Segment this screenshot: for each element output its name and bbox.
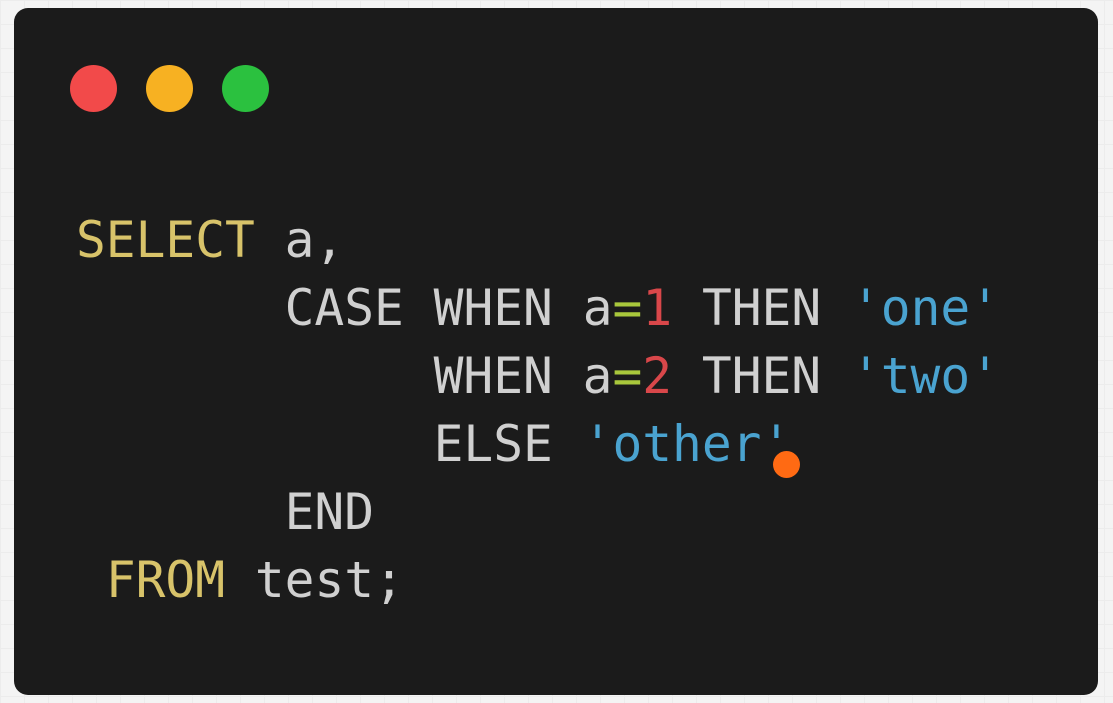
minimize-button[interactable]	[146, 65, 193, 112]
cursor-dot-icon	[773, 451, 800, 478]
code-token: 'one'	[850, 279, 1000, 337]
code-line: FROM test;	[76, 546, 1000, 614]
code-window: SELECT a, CASE WHEN a=1 THEN 'one' WHEN …	[14, 8, 1098, 695]
code-editor[interactable]: SELECT a, CASE WHEN a=1 THEN 'one' WHEN …	[76, 206, 1000, 614]
code-token: =	[612, 347, 643, 405]
code-token: WHEN	[433, 279, 553, 337]
code-line: CASE WHEN a=1 THEN 'one'	[76, 274, 1000, 342]
code-token: a	[284, 211, 315, 269]
code-token: 1	[642, 279, 673, 337]
code-token: 'other'	[582, 415, 792, 473]
code-token: test	[254, 551, 375, 609]
code-token: ;	[374, 551, 404, 609]
code-line: WHEN a=2 THEN 'two'	[76, 342, 1000, 410]
code-line: SELECT a,	[76, 206, 1000, 274]
code-token: FROM	[105, 551, 226, 609]
code-token: THEN	[701, 347, 822, 405]
code-token: 2	[642, 347, 673, 405]
maximize-button[interactable]	[222, 65, 269, 112]
code-token: END	[284, 483, 375, 541]
code-token: a	[582, 279, 613, 337]
code-token: 'two'	[850, 347, 1000, 405]
code-line: ELSE 'other'	[76, 410, 1000, 478]
code-token: THEN	[701, 279, 822, 337]
code-token: ,	[314, 211, 345, 269]
code-token: SELECT	[76, 211, 255, 269]
code-token: =	[612, 279, 643, 337]
code-token: CASE	[284, 279, 404, 337]
code-token: WHEN	[433, 347, 553, 405]
code-token: ELSE	[433, 415, 553, 473]
code-line: END	[76, 478, 1000, 546]
close-button[interactable]	[70, 65, 117, 112]
code-token: a	[582, 347, 613, 405]
